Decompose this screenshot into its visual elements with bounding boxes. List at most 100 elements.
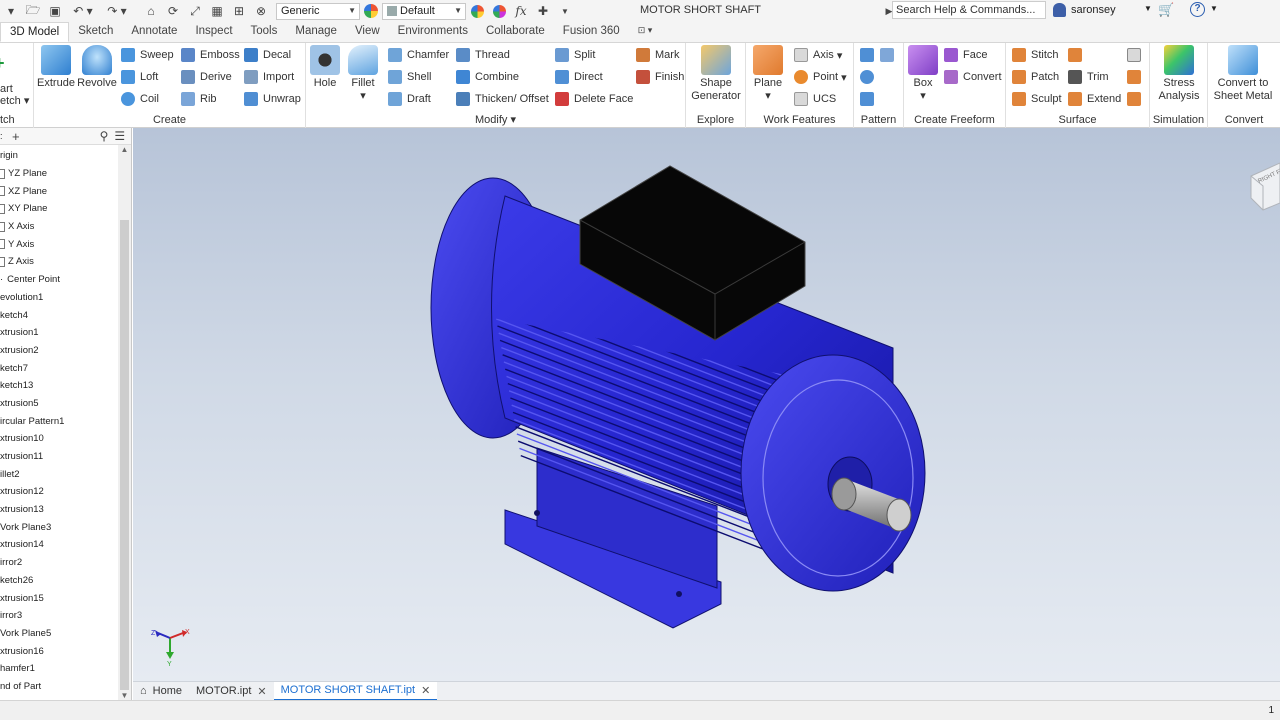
user-name[interactable]: saronsey	[1071, 4, 1116, 16]
tab-overflow-icon[interactable]: ⊡ ▾	[629, 22, 662, 42]
stitch-button[interactable]: Stitch	[1012, 46, 1059, 64]
home-icon[interactable]: ⌂	[142, 3, 160, 19]
tab-environments[interactable]: Environments	[389, 22, 477, 42]
coil-button[interactable]: Coil	[121, 90, 159, 108]
add-icon[interactable]: +	[12, 129, 20, 144]
face-button[interactable]: Face	[944, 46, 987, 64]
fit-mesh-face-button[interactable]	[1127, 90, 1146, 108]
browser-node[interactable]: xtrusion1	[0, 324, 118, 342]
panel-label-modify[interactable]: Modify ▾	[306, 113, 685, 126]
rectangular-pattern-button[interactable]	[860, 46, 879, 64]
emboss-button[interactable]: Emboss	[181, 46, 240, 64]
browser-node[interactable]: illet2	[0, 465, 118, 483]
browser-node[interactable]: ircular Pattern1	[0, 412, 118, 430]
browser-node[interactable]: xtrusion5	[0, 395, 118, 413]
tab-tools[interactable]: Tools	[242, 22, 287, 42]
material-select[interactable]: Generic ▼	[276, 2, 360, 20]
tab-collaborate[interactable]: Collaborate	[477, 22, 554, 42]
scroll-up-icon[interactable]: ▲	[118, 145, 131, 154]
tab-view[interactable]: View	[346, 22, 389, 42]
fillet-button[interactable]: Fillet ▾	[346, 45, 380, 103]
revolve-button[interactable]: Revolve	[76, 45, 118, 90]
browser-node[interactable]: irror2	[0, 554, 118, 572]
extrude-button[interactable]: Extrude	[36, 45, 76, 90]
browser-node[interactable]: Z Axis	[0, 253, 118, 271]
plane-button[interactable]: Plane ▾	[750, 45, 786, 103]
convert-to-sheet-metal-button[interactable]: Convert to Sheet Metal	[1210, 45, 1276, 103]
browser-node[interactable]: ketch13	[0, 377, 118, 395]
browser-node[interactable]: YZ Plane	[0, 165, 118, 183]
save-icon[interactable]: ▣	[46, 3, 64, 19]
browser-node[interactable]: ketch26	[0, 572, 118, 590]
replace-face-button[interactable]	[1127, 46, 1146, 64]
user-icon[interactable]	[1053, 3, 1066, 17]
appearance-select[interactable]: Default ▼	[382, 2, 466, 20]
shell-button[interactable]: Shell	[388, 68, 431, 86]
browser-node[interactable]: Y Axis	[0, 235, 118, 253]
clear-appearance-icon[interactable]	[468, 3, 486, 19]
open-icon[interactable]: 🗁	[24, 3, 42, 19]
close-icon[interactable]: ✕	[257, 685, 266, 698]
select-icon[interactable]: ⤢	[186, 3, 204, 19]
app-menu-icon[interactable]: ▾	[2, 3, 20, 19]
sketch-pattern-button[interactable]	[860, 90, 879, 108]
viewcube[interactable]: RIGHT FRONT	[1250, 162, 1280, 211]
circular-pattern-button[interactable]	[860, 68, 879, 86]
color-wheel-icon[interactable]	[362, 3, 380, 19]
browser-node[interactable]: xtrusion14	[0, 536, 118, 554]
extend-button[interactable]: Extend	[1068, 90, 1121, 108]
adjust-appearance-icon[interactable]	[490, 3, 508, 19]
convert-button[interactable]: Convert	[944, 68, 1002, 86]
tab-inspect[interactable]: Inspect	[186, 22, 241, 42]
mirror-button[interactable]	[880, 46, 899, 64]
browser-node[interactable]: X Axis	[0, 218, 118, 236]
motor-model[interactable]: RIGHT FRONT Z X Y	[133, 128, 1280, 681]
browser-node[interactable]: xtrusion10	[0, 430, 118, 448]
browser-node[interactable]: xtrusion15	[0, 589, 118, 607]
sweep-button[interactable]: Sweep	[121, 46, 174, 64]
help-menu-chevron-icon[interactable]: ▼	[1210, 4, 1218, 13]
thread-button[interactable]: Thread	[456, 46, 510, 64]
box-button[interactable]: Box ▾	[906, 45, 940, 103]
browser-scrollbar[interactable]: ▲ ▼	[118, 145, 131, 700]
update-icon[interactable]: ⟳	[164, 3, 182, 19]
chamfer-button[interactable]: Chamfer	[388, 46, 449, 64]
customize-icon[interactable]: ▼	[556, 3, 574, 19]
add-icon[interactable]: ✚	[534, 3, 552, 19]
thicken-offset-button[interactable]: Thicken/ Offset	[456, 90, 549, 108]
help-search-input[interactable]: Search Help & Commands...	[892, 1, 1046, 19]
graphics-viewport[interactable]: RIGHT FRONT Z X Y	[133, 128, 1280, 681]
browser-node[interactable]: ketch7	[0, 359, 118, 377]
browser-node[interactable]: evolution1	[0, 289, 118, 307]
sculpt-button[interactable]: Sculpt	[1012, 90, 1062, 108]
browser-node[interactable]: xtrusion13	[0, 501, 118, 519]
repair-bodies-button[interactable]	[1127, 68, 1146, 86]
finish-button[interactable]: Finish	[636, 68, 684, 86]
tab-3d-model[interactable]: 3D Model	[0, 22, 70, 42]
browser-node[interactable]: xtrusion12	[0, 483, 118, 501]
browser-node[interactable]: hamfer1	[0, 660, 118, 678]
import-button[interactable]: Import	[244, 68, 294, 86]
measure-icon[interactable]: ⊞	[230, 3, 248, 19]
derive-button[interactable]: Derive	[181, 68, 232, 86]
patch-button[interactable]: Patch	[1012, 68, 1059, 86]
browser-collapse-icon[interactable]: :	[0, 131, 6, 141]
redo-icon[interactable]: ↷ ▾	[102, 3, 132, 19]
shape-generator-button[interactable]: Shape Generator	[688, 45, 744, 103]
browser-node[interactable]: xtrusion16	[0, 642, 118, 660]
browser-node[interactable]: Vork Plane5	[0, 625, 118, 643]
close-icon[interactable]: ✕	[421, 684, 430, 697]
axis-button[interactable]: Axis ▾	[794, 46, 842, 64]
mark-button[interactable]: Mark	[636, 46, 679, 64]
browser-node[interactable]: XZ Plane	[0, 182, 118, 200]
draft-button[interactable]: Draft	[388, 90, 431, 108]
split-button[interactable]: Split	[555, 46, 595, 64]
tab-manage[interactable]: Manage	[286, 22, 346, 42]
doc-tab-motor-short-shaft[interactable]: MOTOR SHORT SHAFT.ipt ✕	[273, 681, 438, 701]
browser-node[interactable]: Vork Plane3	[0, 518, 118, 536]
browser-scroll-thumb[interactable]	[120, 220, 129, 690]
unwrap-button[interactable]: Unwrap	[244, 90, 301, 108]
ruled-surface-button[interactable]	[1068, 46, 1087, 64]
menu-icon[interactable]: ☰	[114, 129, 125, 143]
doc-tab-motor[interactable]: MOTOR.ipt ✕	[189, 682, 274, 701]
